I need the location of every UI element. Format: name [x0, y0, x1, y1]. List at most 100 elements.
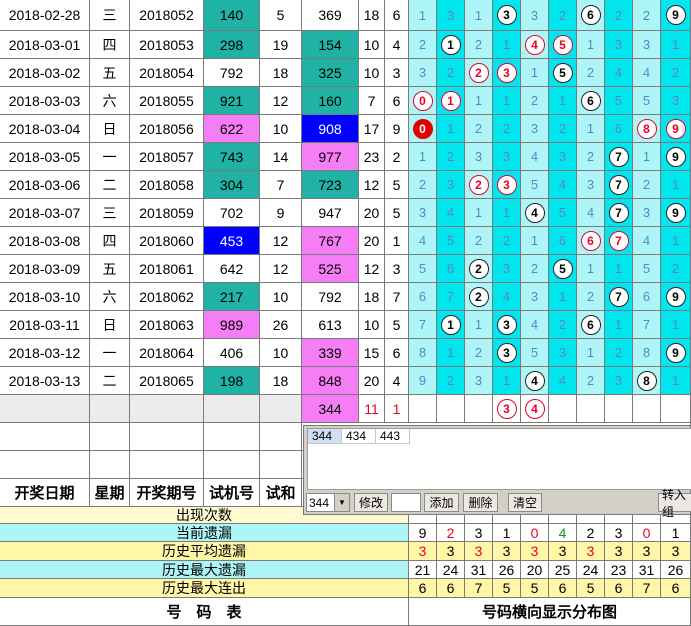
hit-cell: 8: [633, 115, 661, 143]
number-ball: 4: [524, 34, 545, 55]
weekday: 三: [90, 199, 130, 227]
trial-number: 642: [204, 255, 260, 283]
miss-cell: 4: [493, 283, 521, 311]
trial-number: 792: [204, 59, 260, 87]
combo-select[interactable]: 344 ▼: [306, 493, 350, 512]
combo-list[interactable]: 344 434 443: [307, 428, 691, 490]
miss-cell: 2: [521, 87, 549, 115]
draw-date: 2018-03-08: [0, 227, 90, 255]
miss-cell: 2: [465, 227, 493, 255]
number-ball: 6: [580, 5, 601, 25]
miss-cell: 1: [493, 87, 521, 115]
number-ball: 0: [412, 118, 433, 139]
number-ball: 7: [608, 146, 629, 167]
stat-value: 0: [633, 524, 661, 542]
pending-dist-cell: [437, 395, 465, 423]
pending-dist-cell: [605, 395, 633, 423]
miss-cell: 2: [437, 367, 465, 395]
draw-number: 947: [302, 199, 359, 227]
miss-cell: 1: [661, 227, 691, 255]
number-ball: 7: [608, 230, 629, 251]
miss-cell: 3: [465, 143, 493, 171]
stat-value: 3: [605, 524, 633, 542]
miss-cell: 1: [493, 31, 521, 59]
tail-value: 5: [385, 311, 409, 339]
number-ball: 5: [552, 258, 573, 279]
hit-cell: 1: [437, 31, 465, 59]
miss-cell: 9: [409, 367, 437, 395]
trial-number: 989: [204, 311, 260, 339]
miss-cell: 3: [549, 143, 577, 171]
import-button[interactable]: 转入组: [658, 488, 691, 519]
hit-cell: 9: [661, 283, 691, 311]
trial-sum: 7: [260, 171, 302, 199]
number-ball: 2: [468, 174, 489, 195]
miss-cell: 3: [493, 143, 521, 171]
miss-cell: 2: [437, 59, 465, 87]
number-ball: 9: [665, 118, 686, 139]
hit-cell: 9: [661, 339, 691, 367]
tail-value: 6: [385, 87, 409, 115]
chevron-down-icon[interactable]: ▼: [334, 494, 349, 511]
combo-item[interactable]: 443: [376, 429, 410, 444]
draw-number: 325: [302, 59, 359, 87]
delete-button[interactable]: 删除: [463, 493, 498, 512]
hit-cell: 9: [661, 143, 691, 171]
trial-number: 198: [204, 367, 260, 395]
miss-cell: 8: [409, 339, 437, 367]
number-ball: 6: [580, 90, 601, 111]
miss-cell: 2: [409, 31, 437, 59]
stat-value: 3: [409, 542, 437, 561]
draw-date: 2018-03-05: [0, 143, 90, 171]
number-ball: 5: [552, 62, 573, 83]
column-header: 试机号: [204, 479, 260, 507]
span-value: 23: [359, 143, 385, 171]
combo-item[interactable]: 344: [308, 429, 342, 444]
stat-value: 2: [577, 524, 605, 542]
trial-sum: 12: [260, 227, 302, 255]
draw-number: 848: [302, 367, 359, 395]
stat-value: 3: [605, 542, 633, 561]
modify-button[interactable]: 修改: [354, 493, 388, 512]
miss-cell: 4: [437, 199, 465, 227]
issue-number: 2018062: [130, 283, 204, 311]
draw-number: 723: [302, 171, 359, 199]
draw-number: 369: [302, 0, 359, 31]
clear-button[interactable]: 清空: [508, 493, 542, 512]
tail-value: 2: [385, 143, 409, 171]
pending-dist-cell: [633, 395, 661, 423]
miss-cell: 2: [577, 143, 605, 171]
hit-cell: 4: [521, 31, 549, 59]
number-ball: 1: [440, 90, 461, 111]
pending-dist-cell: 3: [493, 395, 521, 423]
draw-date: 2018-03-04: [0, 115, 90, 143]
miss-cell: 1: [465, 87, 493, 115]
miss-cell: 4: [633, 227, 661, 255]
weekday: 六: [90, 87, 130, 115]
add-button[interactable]: 添加: [424, 493, 459, 512]
miss-cell: 4: [633, 59, 661, 87]
weekday: 五: [90, 59, 130, 87]
column-header: 星期: [90, 479, 130, 507]
footer-left: 号 码 表: [0, 598, 409, 626]
stat-value: 3: [465, 542, 493, 561]
number-input[interactable]: [391, 493, 421, 512]
miss-cell: 1: [661, 311, 691, 339]
pending-dist-cell: [409, 395, 437, 423]
stat-label: 历史最大连出: [0, 579, 409, 598]
hit-cell: 1: [437, 87, 465, 115]
draw-date: 2018-02-28: [0, 0, 90, 31]
span-value: 10: [359, 31, 385, 59]
issue-number: 2018055: [130, 87, 204, 115]
table-cell: [90, 395, 130, 423]
draw-number: 767: [302, 227, 359, 255]
hit-cell: 9: [661, 115, 691, 143]
miss-cell: 2: [605, 0, 633, 31]
issue-number: 2018064: [130, 339, 204, 367]
trial-sum: 10: [260, 339, 302, 367]
stat-value: 3: [661, 542, 691, 561]
number-ball: 8: [636, 118, 657, 139]
stat-value: 5: [521, 579, 549, 598]
pending-draw: 344: [302, 395, 359, 423]
combo-item[interactable]: 434: [342, 429, 376, 444]
